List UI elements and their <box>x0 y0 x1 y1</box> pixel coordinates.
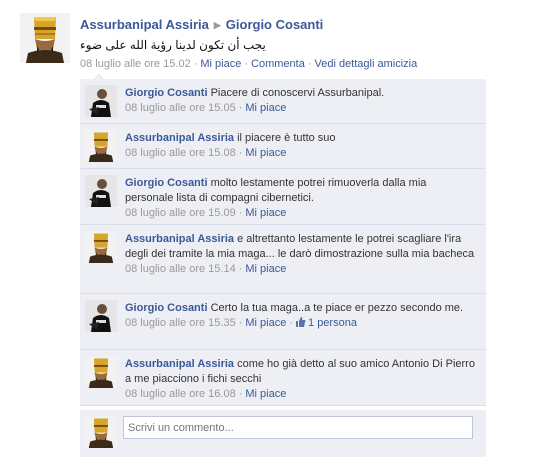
comment-item: Giorgio Cosanti Piacere di conoscervi As… <box>80 79 486 124</box>
pharaoh-avatar[interactable] <box>85 130 117 162</box>
comment-time[interactable]: 08 luglio alle ore 15.14 <box>125 263 236 275</box>
comment-text: il piacere è tutto suo <box>237 132 336 144</box>
comment-like-link[interactable]: Mi piace <box>245 263 286 275</box>
comment-like-link[interactable]: Mi piace <box>245 388 286 400</box>
comment-time[interactable]: 08 luglio alle ore 15.05 <box>125 102 236 114</box>
comment-composer <box>80 410 486 457</box>
pharaoh-avatar[interactable] <box>85 356 117 388</box>
comment-item: Assurbanipal Assiria il piacere è tutto … <box>80 124 486 169</box>
comment-like-link[interactable]: Mi piace <box>245 317 286 329</box>
comment-item: Assurbanipal Assiria e altrettanto lesta… <box>80 225 486 294</box>
thumbs-up-icon <box>296 317 306 327</box>
post-target-link[interactable]: Giorgio Cosanti <box>226 17 324 32</box>
comment-time[interactable]: 08 luglio alle ore 15.09 <box>125 207 236 219</box>
comment-text: Certo la tua maga..a te piace er pezzo s… <box>210 302 464 314</box>
person-avatar[interactable] <box>85 85 117 117</box>
comment-time[interactable]: 08 luglio alle ore 15.35 <box>125 317 236 329</box>
comment-thread: Giorgio Cosanti Piacere di conoscervi As… <box>80 74 486 457</box>
pharaoh-avatar[interactable] <box>85 231 117 263</box>
post-comment-link[interactable]: Commenta <box>251 58 305 70</box>
pharaoh-avatar <box>85 416 117 448</box>
comment-like-link[interactable]: Mi piace <box>245 207 286 219</box>
comment-item: Assurbanipal Assiria come ho già detto a… <box>80 350 486 406</box>
comment-input[interactable] <box>123 416 473 439</box>
post-like-link[interactable]: Mi piace <box>200 58 241 70</box>
person-avatar[interactable] <box>85 300 117 332</box>
post-header: Assurbanipal Assiria ▶ Giorgio Cosanti <box>80 17 323 32</box>
comment-time[interactable]: 08 luglio alle ore 15.08 <box>125 147 236 159</box>
friendship-link[interactable]: Vedi dettagli amicizia <box>314 58 417 70</box>
comment-like-link[interactable]: Mi piace <box>245 102 286 114</box>
post-text: يجب أن تكون لدينا رؤية الله على ضوء <box>80 38 266 52</box>
comment-author[interactable]: Assurbanipal Assiria <box>125 233 234 245</box>
post-author-link[interactable]: Assurbanipal Assiria <box>80 17 209 32</box>
comment-likes-count[interactable]: 1 persona <box>296 317 357 329</box>
triangle-right-icon: ▶ <box>213 20 221 30</box>
comment-author[interactable]: Giorgio Cosanti <box>125 302 208 314</box>
comment-author[interactable]: Assurbanipal Assiria <box>125 358 234 370</box>
comment-time[interactable]: 08 luglio alle ore 16.08 <box>125 388 236 400</box>
comment-text: Piacere di conoscervi Assurbanipal. <box>210 87 385 99</box>
person-avatar[interactable] <box>85 175 117 207</box>
post-meta: 08 luglio alle ore 15.02 · Mi piace · Commen… <box>80 58 418 70</box>
post-time[interactable]: 08 luglio alle ore 15.02 <box>80 58 191 70</box>
comment-author[interactable]: Assurbanipal Assiria <box>125 132 234 144</box>
comment-author[interactable]: Giorgio Cosanti <box>125 87 208 99</box>
comment-item: Giorgio Cosanti molto lestamente potrei … <box>80 169 486 225</box>
poster-avatar[interactable] <box>20 13 70 63</box>
comment-item: Giorgio Cosanti Certo la tua maga..a te … <box>80 294 486 350</box>
comment-author[interactable]: Giorgio Cosanti <box>125 177 208 189</box>
comment-like-link[interactable]: Mi piace <box>245 147 286 159</box>
